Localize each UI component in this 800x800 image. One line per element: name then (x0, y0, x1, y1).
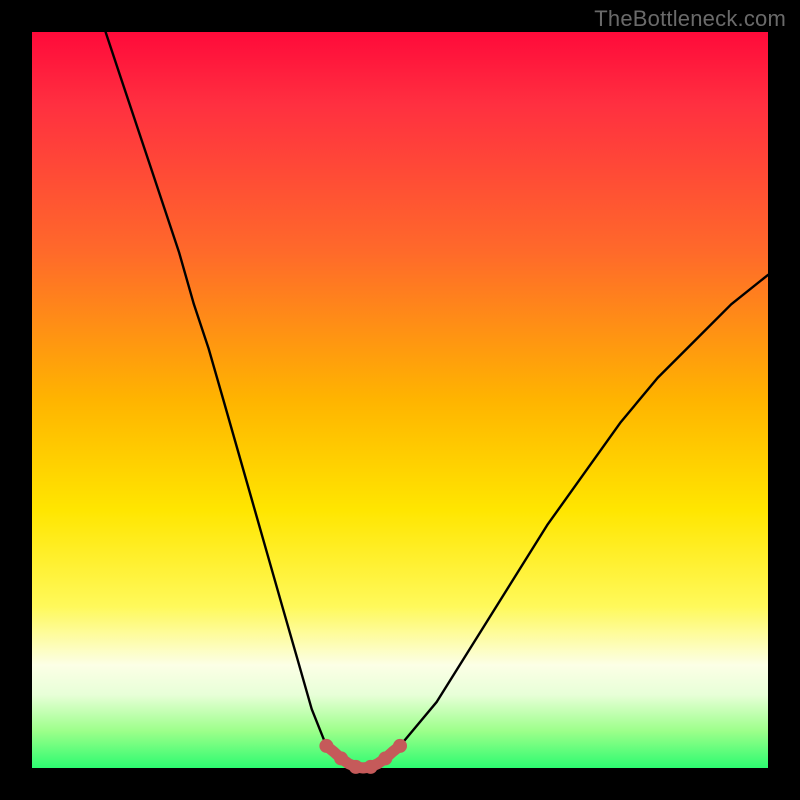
plateau-dot (364, 760, 378, 774)
watermark-label: TheBottleneck.com (594, 6, 786, 32)
plateau-dot (393, 739, 407, 753)
plateau-dot (378, 751, 392, 765)
chart-frame: TheBottleneck.com (0, 0, 800, 800)
bottleneck-curve (106, 32, 768, 768)
plateau-dot (334, 751, 348, 765)
curve-svg (32, 32, 768, 768)
plot-area (32, 32, 768, 768)
plateau-dot (319, 739, 333, 753)
plateau-dot (349, 760, 363, 774)
